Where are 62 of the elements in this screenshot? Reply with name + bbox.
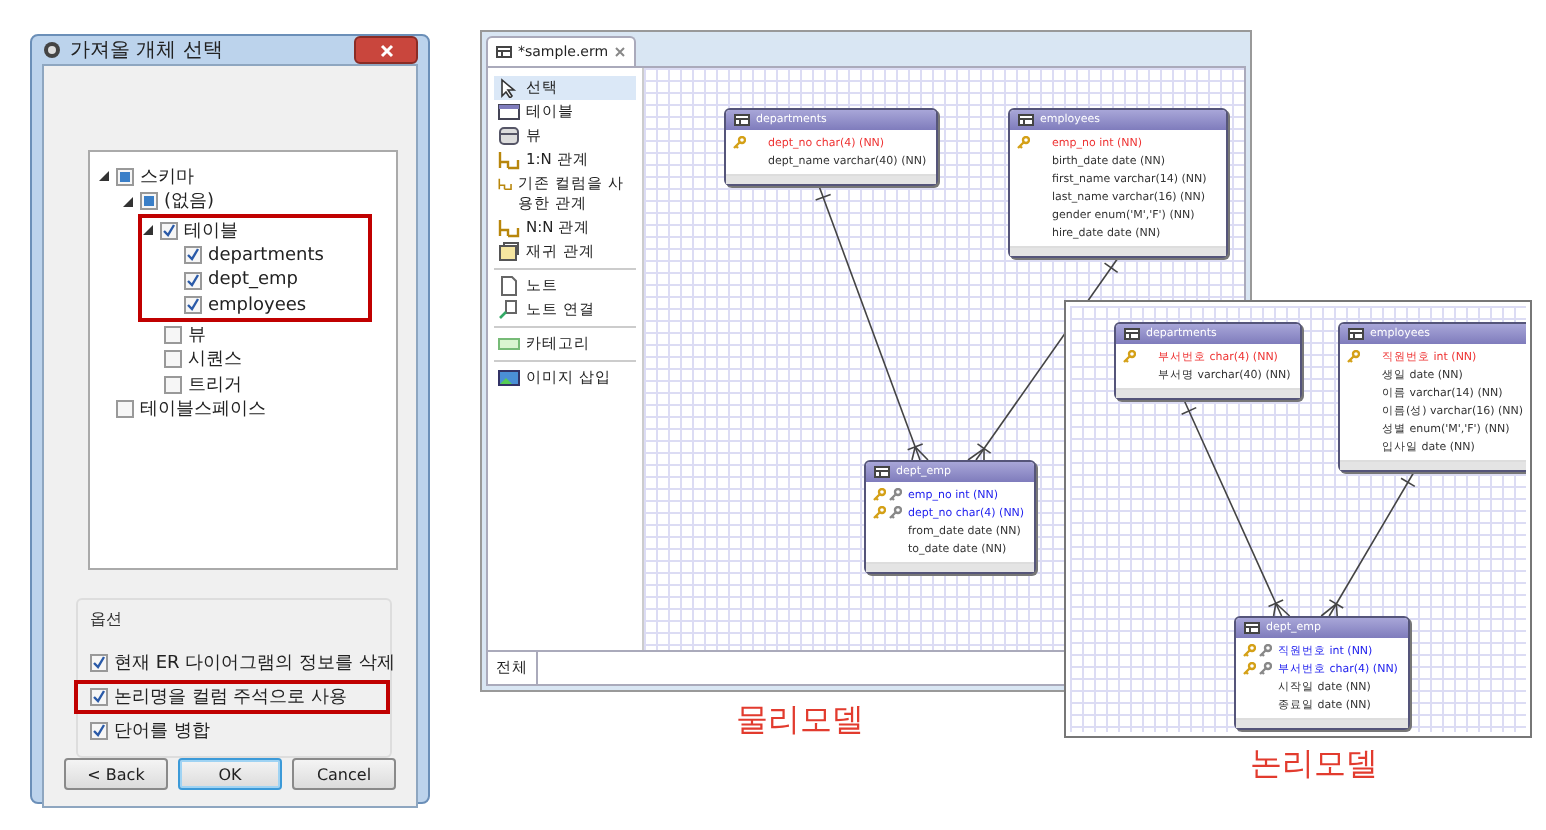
close-button[interactable] <box>354 36 418 64</box>
key-icon <box>732 136 746 150</box>
table-icon <box>1348 328 1364 340</box>
checkbox[interactable] <box>164 325 182 344</box>
tree-item[interactable]: 트리거 <box>188 371 242 398</box>
tree-item[interactable]: dept_emp <box>208 270 299 291</box>
group-title: 옵션 <box>90 608 124 630</box>
caption: 논리모델 <box>1250 744 1378 786</box>
table-icon <box>498 102 520 122</box>
dialog-button[interactable]: OK <box>178 758 282 790</box>
note-icon <box>498 276 520 296</box>
table-icon <box>874 466 890 478</box>
recursive-relation-icon <box>498 242 520 262</box>
collapse-arrow-icon[interactable] <box>142 224 154 237</box>
view-icon <box>498 126 520 146</box>
checkbox[interactable] <box>164 350 182 369</box>
option-label[interactable]: 단어를 병합 <box>114 718 210 744</box>
tree-item[interactable]: 테이블 <box>184 217 238 244</box>
collapse-arrow-icon[interactable] <box>98 170 110 183</box>
dialog-button[interactable]: < Back <box>64 758 168 790</box>
table-icon <box>1124 328 1140 340</box>
table-icon <box>734 114 750 126</box>
checkbox[interactable] <box>90 722 108 740</box>
checkbox[interactable] <box>184 296 202 315</box>
tree-item[interactable]: 테이블스페이스 <box>140 396 266 423</box>
relation-icon <box>498 174 513 194</box>
tree-item[interactable]: 시퀀스 <box>188 346 242 373</box>
relation-icon <box>498 218 520 238</box>
option-label[interactable]: 현재 ER 다이어그램의 정보를 삭제 <box>114 650 395 676</box>
image-icon <box>498 368 520 388</box>
checkbox[interactable] <box>160 221 178 240</box>
collapse-arrow-icon[interactable] <box>122 195 134 208</box>
relation-icon <box>498 150 520 170</box>
table-icon <box>1018 114 1034 126</box>
note-link-icon <box>498 300 520 320</box>
tree-item[interactable]: employees <box>208 295 307 316</box>
caption: 물리모델 <box>736 700 864 742</box>
checkbox[interactable] <box>184 271 202 290</box>
tree-item[interactable]: 뷰 <box>188 321 206 348</box>
checkbox[interactable] <box>184 246 202 265</box>
checkbox[interactable] <box>116 400 134 419</box>
option-label[interactable]: 논리명을 컬럼 주석으로 사용 <box>114 684 348 710</box>
tree-item[interactable]: departments <box>208 245 324 266</box>
window-title: 가져올 개체 선택 <box>70 38 225 64</box>
close-icon[interactable] <box>614 46 627 58</box>
table-icon <box>496 46 512 58</box>
checkbox[interactable] <box>116 167 134 186</box>
app-icon <box>42 40 62 60</box>
close-icon <box>379 43 393 57</box>
key-icon <box>1346 350 1360 364</box>
tree-item[interactable]: (없음) <box>164 188 215 215</box>
table-icon <box>1244 622 1260 634</box>
checkbox[interactable] <box>90 654 108 672</box>
checkbox[interactable] <box>140 192 158 211</box>
pointer-icon <box>498 78 520 98</box>
checkbox[interactable] <box>164 375 182 394</box>
dialog-button[interactable]: Cancel <box>292 758 396 790</box>
checkbox[interactable] <box>90 688 108 706</box>
tree-item[interactable]: 스키마 <box>140 163 194 190</box>
key-icon <box>1016 136 1030 150</box>
category-icon <box>498 334 520 354</box>
key-icon <box>1122 350 1136 364</box>
